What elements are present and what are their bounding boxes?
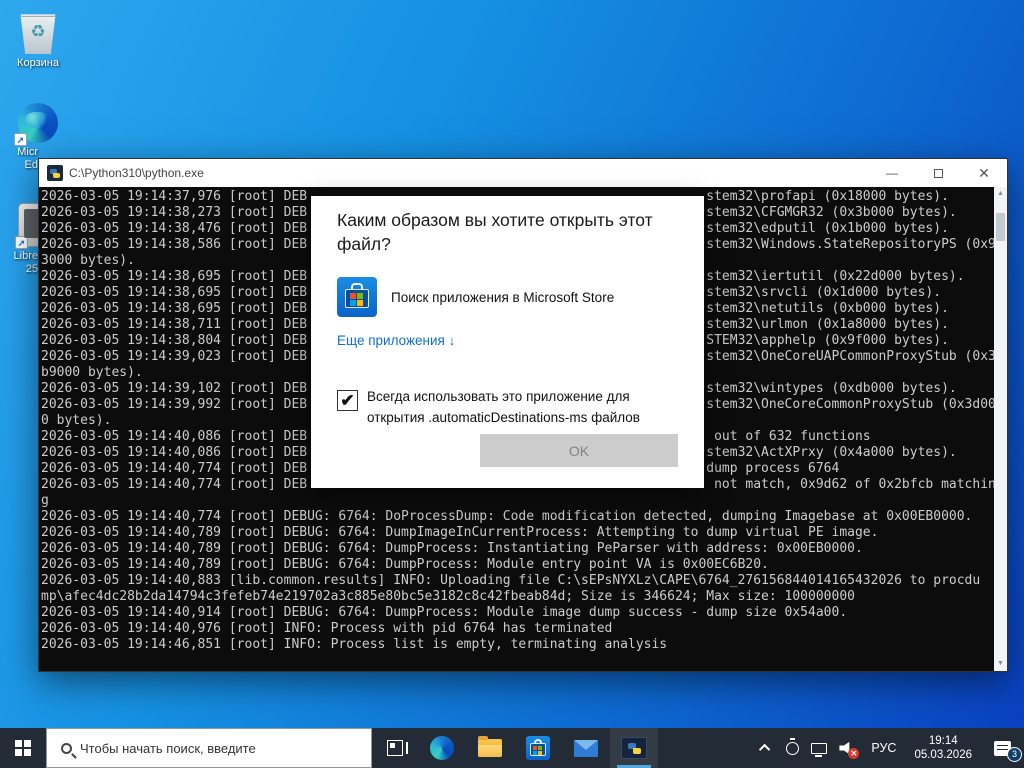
log-line: g xyxy=(41,493,994,509)
search-placeholder: Чтобы начать поиск, введите xyxy=(80,741,256,756)
shortcut-arrow-icon: ➚ xyxy=(15,236,28,249)
arrow-down-icon: ↓ xyxy=(449,333,456,348)
log-line: 2026-03-05 19:14:40,883 [lib.common.resu… xyxy=(41,573,994,589)
python-console-icon xyxy=(621,737,647,759)
file-explorer-icon xyxy=(478,739,502,757)
action-center-button[interactable]: 3 xyxy=(980,728,1024,768)
console-title: C:\Python310\python.exe xyxy=(69,166,869,180)
ms-square-red xyxy=(533,746,537,750)
log-line: 2026-03-05 19:14:40,914 [root] DEBUG: 67… xyxy=(41,605,994,621)
libreoffice-label-line2: 25 xyxy=(6,263,38,276)
log-line: 2026-03-05 19:14:40,774 [root] DEBUG: 67… xyxy=(41,509,994,525)
taskbar-clock[interactable]: 19:14 05.03.2026 xyxy=(906,728,980,768)
more-apps-label: Еще приложения xyxy=(337,333,445,348)
tray-network-button[interactable] xyxy=(805,728,833,768)
log-line: 2026-03-05 19:14:46,851 [root] INFO: Pro… xyxy=(41,637,994,653)
taskbar-app-file-explorer[interactable] xyxy=(466,728,514,768)
recycle-bin-label: Корзина xyxy=(6,57,70,70)
tray-status-icon-button[interactable] xyxy=(779,728,805,768)
libreoffice-label-line1: Libre xyxy=(6,250,38,263)
log-line: 2026-03-05 19:14:40,789 [root] DEBUG: 67… xyxy=(41,541,994,557)
scroll-up-icon[interactable]: ▲ xyxy=(997,187,1004,201)
tray-volume-button[interactable]: ✕ xyxy=(833,728,861,768)
taskbar-app-store[interactable] xyxy=(514,728,562,768)
mail-icon xyxy=(574,740,598,757)
taskbar-search-input[interactable]: Чтобы начать поиск, введите xyxy=(46,728,372,768)
notification-badge: 3 xyxy=(1007,747,1022,762)
edge-icon xyxy=(430,736,454,760)
ms-square-blue xyxy=(350,300,356,306)
ms-square-red xyxy=(350,293,356,299)
open-with-dialog: Каким образом вы хотите открыть этот фай… xyxy=(311,196,704,488)
log-line: mp\afec4dc28b2da14794c3fefeb74e219702a3c… xyxy=(41,589,994,605)
recycle-bin-icon: ♻ xyxy=(18,10,58,54)
search-icon xyxy=(61,743,72,754)
clock-date: 05.03.2026 xyxy=(914,748,972,762)
recycle-symbol-icon: ♻ xyxy=(18,22,58,42)
microsoft-store-icon xyxy=(337,277,377,317)
system-tray: ✕ РУС 19:14 05.03.2026 3 xyxy=(753,728,1024,768)
ms-square-yellow xyxy=(538,751,542,755)
taskbar-app-mail[interactable] xyxy=(562,728,610,768)
task-view-button[interactable] xyxy=(372,728,418,768)
minimize-icon: — xyxy=(886,166,898,180)
taskbar-app-python-console-active[interactable] xyxy=(610,728,658,768)
more-apps-link[interactable]: Еще приложения ↓ xyxy=(337,333,455,348)
desktop-icon-recycle-bin[interactable]: ♻ Корзина xyxy=(6,10,70,70)
edge-label-line2: Ed xyxy=(6,159,38,172)
clock-time: 19:14 xyxy=(914,734,972,748)
minimize-button[interactable]: — xyxy=(869,159,915,187)
ms-square-yellow xyxy=(357,300,363,306)
store-option-label: Поиск приложения в Microsoft Store xyxy=(391,290,614,305)
ms-square-blue xyxy=(533,751,537,755)
log-line: 2026-03-05 19:14:40,976 [root] INFO: Pro… xyxy=(41,621,994,637)
chevron-up-icon xyxy=(759,744,770,755)
taskbar-app-edge[interactable] xyxy=(418,728,466,768)
close-icon: ✕ xyxy=(978,165,990,182)
console-scrollbar[interactable]: ▲ ▼ xyxy=(994,187,1007,671)
checkmark-icon: ✔ xyxy=(340,391,354,411)
always-use-checkbox-row[interactable]: ✔ Всегда использовать это приложение для… xyxy=(337,386,682,428)
checkbox-label: Всегда использовать это приложение для о… xyxy=(367,386,682,428)
console-titlebar[interactable]: C:\Python310\python.exe — ✕ xyxy=(39,159,1007,187)
python-console-icon xyxy=(47,165,63,181)
shortcut-arrow-icon: ➚ xyxy=(14,133,27,146)
scrollbar-thumb[interactable] xyxy=(996,213,1005,241)
edge-icon: ➚ xyxy=(18,103,58,143)
microsoft-store-icon xyxy=(526,736,550,760)
ok-button[interactable]: OK xyxy=(480,434,678,467)
start-button[interactable] xyxy=(0,728,46,768)
ms-square-green xyxy=(357,293,363,299)
status-circle-icon xyxy=(786,742,799,755)
tray-hidden-icons-button[interactable] xyxy=(753,728,779,768)
language-indicator[interactable]: РУС xyxy=(861,728,906,768)
log-line: 2026-03-05 19:14:40,789 [root] DEBUG: 67… xyxy=(41,557,994,573)
windows-logo-icon xyxy=(15,740,31,756)
network-icon xyxy=(811,743,827,754)
scroll-down-icon[interactable]: ▼ xyxy=(997,657,1004,671)
desktop: ♻ Корзина ➚ Micr Ed ➚ Libre 25 C:\Python… xyxy=(0,0,1024,768)
mute-badge-icon: ✕ xyxy=(848,748,859,759)
checkbox[interactable]: ✔ xyxy=(337,390,358,411)
maximize-icon xyxy=(934,169,943,178)
maximize-button[interactable] xyxy=(915,159,961,187)
recycle-bin-rim xyxy=(20,10,56,17)
dialog-title: Каким образом вы хотите открыть этот фай… xyxy=(337,208,682,256)
ms-square-green xyxy=(538,746,542,750)
close-button[interactable]: ✕ xyxy=(961,159,1007,187)
edge-label-line1: Micr xyxy=(6,146,38,159)
task-view-icon xyxy=(387,740,403,756)
taskbar: Чтобы начать поиск, введите xyxy=(0,728,1024,768)
store-search-option[interactable]: Поиск приложения в Microsoft Store xyxy=(337,277,682,317)
log-line: 2026-03-05 19:14:40,789 [root] DEBUG: 67… xyxy=(41,525,994,541)
